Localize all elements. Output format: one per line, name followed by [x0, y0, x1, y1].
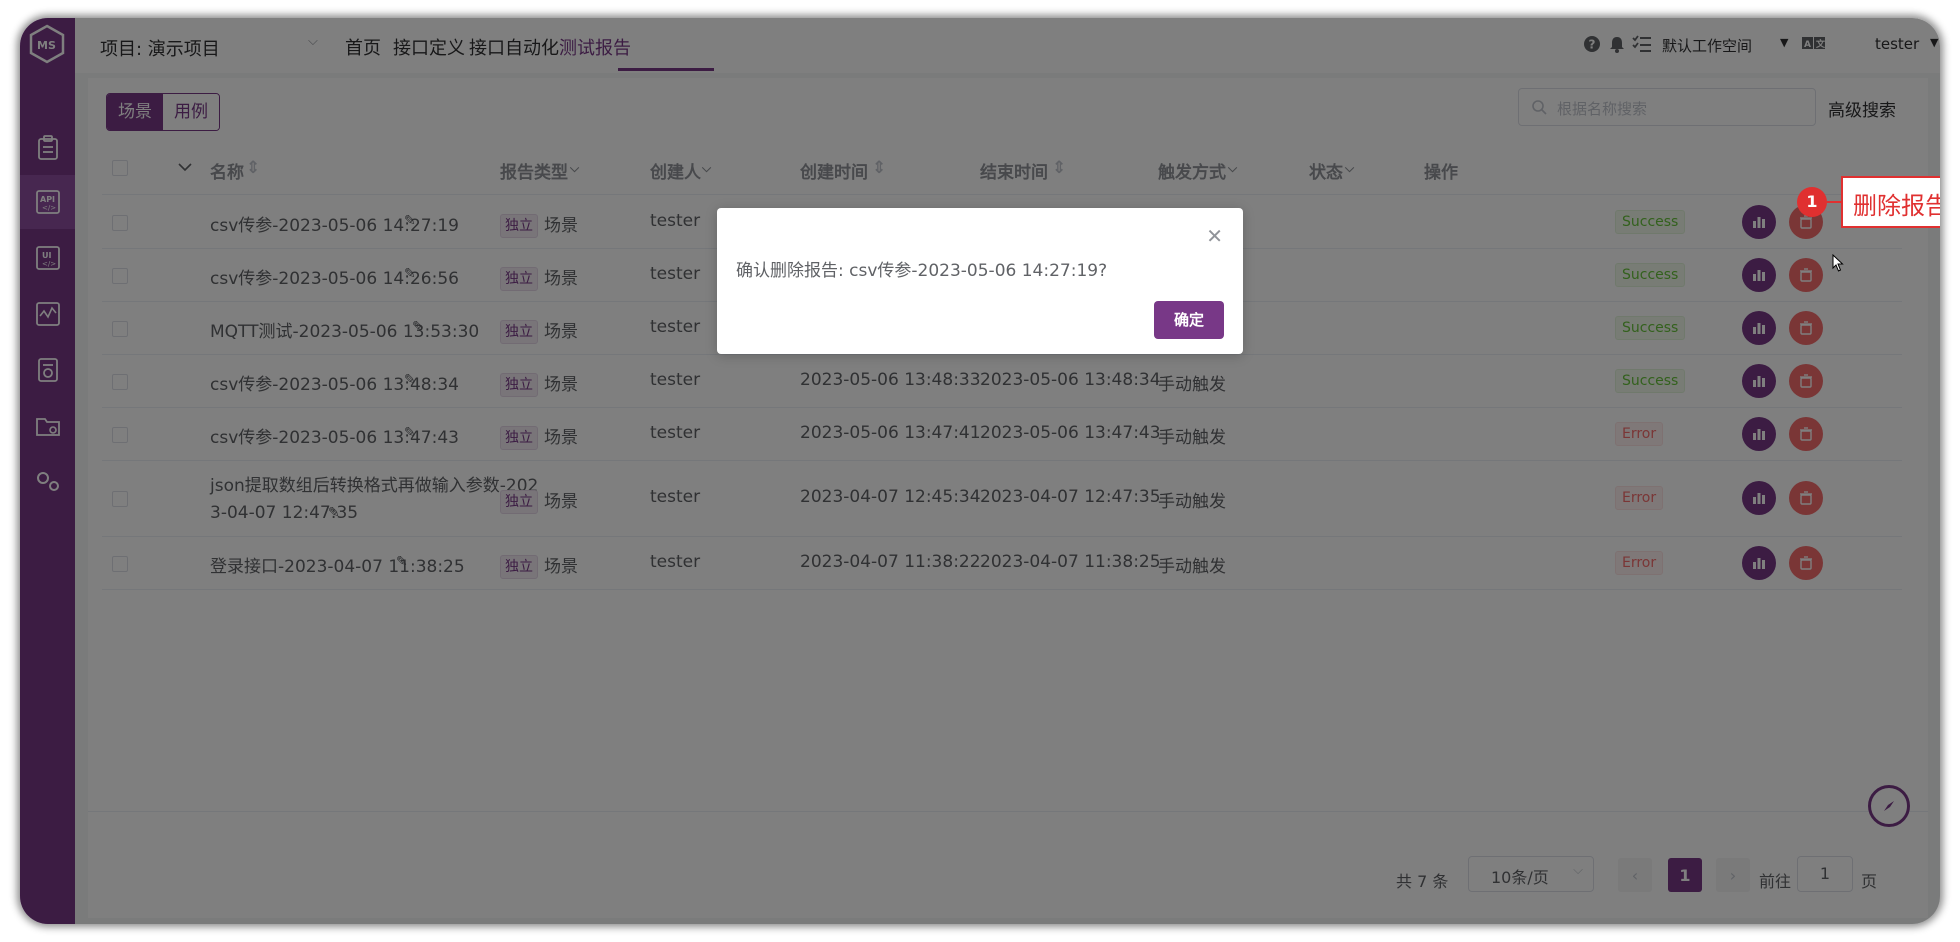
- modal-overlay[interactable]: [20, 18, 1940, 924]
- mouse-cursor-icon: [1832, 253, 1844, 276]
- step-marker: 1: [1797, 187, 1827, 217]
- callout-connector: [1827, 201, 1841, 203]
- annotation-callout: 删除报告: [1841, 176, 1940, 228]
- confirm-button[interactable]: 确定: [1154, 301, 1224, 339]
- confirm-delete-dialog: ✕ 确认删除报告: csv传参-2023-05-06 14:27:19? 确定: [717, 208, 1243, 354]
- app-window: MS API</> UI</> 项目: 演示项目 ⌵ 首页 接口定义 接口自动化…: [20, 18, 1940, 924]
- dialog-message: 确认删除报告: csv传参-2023-05-06 14:27:19?: [736, 261, 1108, 281]
- annotation-text: 删除报告: [1853, 192, 1940, 220]
- close-icon[interactable]: ✕: [1206, 226, 1223, 246]
